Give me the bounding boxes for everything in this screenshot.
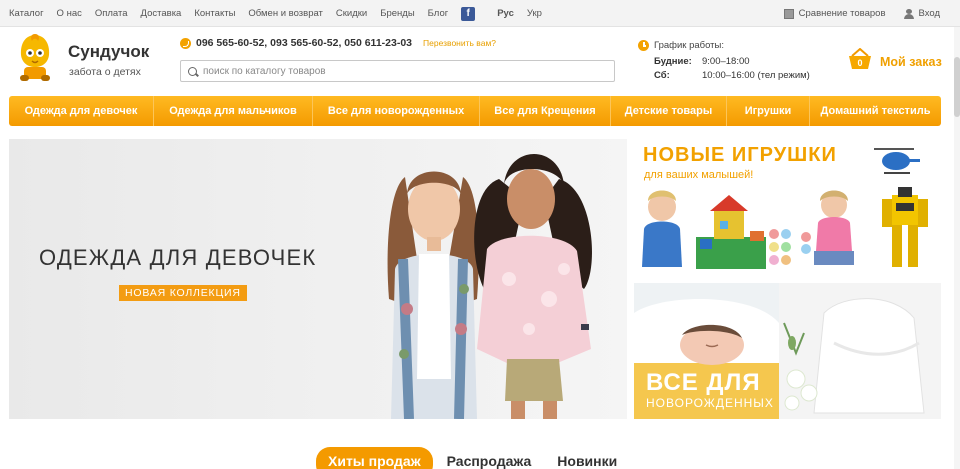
schedule-title: График работы:	[654, 40, 724, 51]
cart-count: 0	[857, 58, 862, 68]
nav-item-newborn[interactable]: Все для новорожденных	[313, 96, 480, 126]
search-input[interactable]	[203, 65, 603, 77]
toys-banner[interactable]: НОВЫЕ ИГРУШКИ для ваших малышей!	[634, 139, 941, 277]
lang-ru[interactable]: Рус	[497, 8, 514, 19]
product-tabs: Хиты продаж Распродажа Новинки	[316, 447, 643, 469]
tab-bestsellers[interactable]: Хиты продаж	[316, 447, 433, 469]
top-link-blog[interactable]: Блог	[428, 8, 449, 19]
schedule-weekdays: Будние: 9:00–18:00	[654, 56, 750, 67]
nav-item-textile[interactable]: Домашний текстиль	[810, 96, 941, 126]
schedule-hours: 10:00–16:00 (тел режим)	[702, 70, 810, 81]
nav-item-kids-goods[interactable]: Детские товары	[611, 96, 727, 126]
hero-badge[interactable]: НОВАЯ КОЛЛЕКЦИЯ	[119, 285, 247, 301]
schedule-saturday: Сб: 10:00–16:00 (тел режим)	[654, 70, 810, 81]
nav-item-girls[interactable]: Одежда для девочек	[9, 96, 154, 126]
nav-item-toys[interactable]: Игрушки	[727, 96, 810, 126]
tab-new[interactable]: Новинки	[557, 447, 617, 469]
top-right-actions: Сравнение товаров Вход	[766, 0, 940, 27]
login-label: Вход	[918, 8, 941, 19]
top-utility-bar: Каталог О нас Оплата Доставка Контакты О…	[0, 0, 960, 27]
top-link-catalog[interactable]: Каталог	[9, 8, 44, 19]
tab-sale[interactable]: Распродажа	[447, 447, 532, 469]
hero-title: ОДЕЖДА ДЛЯ ДЕВОЧЕК	[39, 245, 317, 270]
user-icon	[903, 8, 914, 19]
search-box	[180, 60, 615, 82]
phone-numbers: 096 565-60-52, 093 565-60-52, 050 611-23…	[196, 37, 413, 49]
phone-icon	[180, 37, 191, 49]
top-link-delivery[interactable]: Доставка	[141, 8, 182, 19]
schedule-day-label: Будние:	[654, 56, 692, 67]
main-nav: Одежда для девочек Одежда для мальчиков …	[9, 96, 941, 126]
page-scrollbar[interactable]	[954, 27, 960, 469]
scrollbar-thumb[interactable]	[954, 57, 960, 117]
top-link-brands[interactable]: Бренды	[380, 8, 414, 19]
nav-item-baptism[interactable]: Все для Крещения	[480, 96, 611, 126]
top-link-about[interactable]: О нас	[57, 8, 82, 19]
compare-icon	[783, 8, 794, 19]
facebook-icon[interactable]: f	[461, 6, 476, 21]
logo-subtitle: забота о детях	[69, 66, 141, 78]
compare-link[interactable]: Сравнение товаров	[783, 8, 886, 19]
newborn-banner[interactable]: ВСЕ ДЛЯ НОВОРОЖДЕННЫХ	[634, 283, 941, 419]
clock-icon	[638, 40, 649, 51]
compare-label: Сравнение товаров	[798, 8, 886, 19]
basket-icon[interactable]: 0	[848, 48, 872, 70]
top-link-contacts[interactable]: Контакты	[194, 8, 235, 19]
schedule-hours: 9:00–18:00	[702, 56, 750, 67]
phone-row: 096 565-60-52, 093 565-60-52, 050 611-23…	[180, 37, 496, 49]
logo-title[interactable]: Сундучок	[68, 42, 149, 62]
hero-banner[interactable]: ОДЕЖДА ДЛЯ ДЕВОЧЕК НОВАЯ КОЛЛЕКЦИЯ	[9, 139, 627, 419]
toys-illustration	[642, 148, 928, 269]
logo-mascot-icon[interactable]	[16, 33, 54, 83]
schedule-day-label: Сб:	[654, 70, 670, 81]
newborn-banner-subtitle: НОВОРОЖДЕННЫХ	[646, 396, 774, 410]
lang-ua[interactable]: Укр	[527, 8, 542, 19]
nav-item-boys[interactable]: Одежда для мальчиков	[154, 96, 313, 126]
top-link-exchange[interactable]: Обмен и возврат	[248, 8, 323, 19]
top-links: Каталог О нас Оплата Доставка Контакты О…	[9, 0, 555, 27]
login-link[interactable]: Вход	[903, 8, 941, 19]
search-icon	[188, 66, 197, 76]
my-order-link[interactable]: Мой заказ	[880, 55, 942, 69]
top-link-payment[interactable]: Оплата	[95, 8, 128, 19]
newborn-banner-title: ВСЕ ДЛЯ	[646, 369, 761, 396]
hero-girls-photo	[387, 154, 592, 419]
callback-link[interactable]: Перезвонить вам?	[423, 38, 496, 48]
top-link-discounts[interactable]: Скидки	[336, 8, 367, 19]
